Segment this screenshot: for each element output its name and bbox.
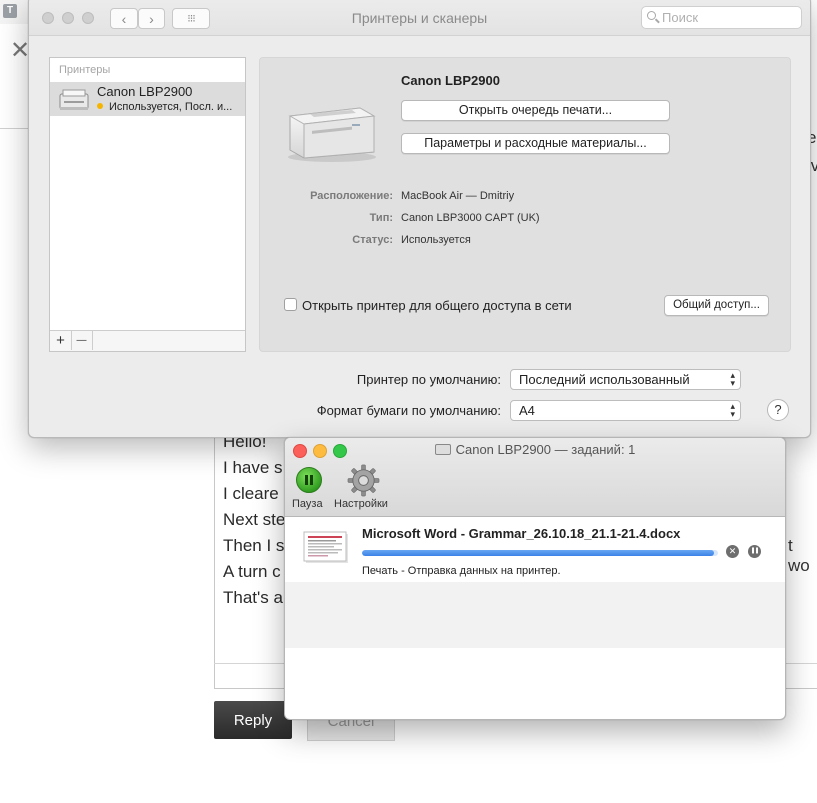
editor-line: I cleare xyxy=(223,484,279,503)
share-printer-label[interactable]: Открыть принтер для общего доступа в сет… xyxy=(302,298,572,313)
default-paper-select[interactable]: A4 ▴ ▾ xyxy=(510,400,741,421)
progress-fill xyxy=(362,550,715,556)
editor-line: I have s xyxy=(223,458,283,477)
list-footer: + — xyxy=(50,330,245,351)
remove-printer-button[interactable]: — xyxy=(71,331,93,350)
printer-list: Принтеры Canon LBP2900 Используется, Пос… xyxy=(49,57,246,352)
chevron-updown-icon: ▴ ▾ xyxy=(730,370,735,388)
background-text-snippet: t wo xyxy=(788,536,810,575)
sharing-preferences-button[interactable]: Общий доступ... xyxy=(664,295,769,316)
printer-title: Canon LBP2900 xyxy=(401,73,500,88)
add-printer-button[interactable]: + xyxy=(50,331,72,350)
queue-window-title: Canon LBP2900 — заданий: 1 xyxy=(285,442,785,457)
default-printer-select[interactable]: Последний использованный ▴ ▾ xyxy=(510,369,741,390)
reply-button[interactable]: Reply xyxy=(214,701,292,739)
printers-scanners-window: ‹ › ⁝⁝⁝ Принтеры и сканеры Поиск Принтер… xyxy=(28,0,811,438)
type-value: Canon LBP3000 CAPT (UK) xyxy=(401,212,540,224)
search-placeholder: Поиск xyxy=(662,10,699,25)
share-printer-checkbox[interactable] xyxy=(284,298,297,311)
hold-job-icon[interactable]: ❚❚ xyxy=(748,545,761,558)
queue-title-text: Canon LBP2900 — заданий: 1 xyxy=(455,442,636,457)
print-queue-window: Canon LBP2900 — заданий: 1 Пауза Настрой… xyxy=(284,437,786,720)
printer-image xyxy=(288,107,376,162)
status-dot-icon xyxy=(97,103,103,109)
editor-line: A turn c xyxy=(223,562,281,581)
default-printer-label: Принтер по умолчанию: xyxy=(356,372,501,387)
printer-status: Используется, Посл. и... xyxy=(97,101,232,113)
settings-label[interactable]: Настройки xyxy=(334,498,388,510)
editor-line: Then I s xyxy=(223,536,285,555)
delete-job-icon[interactable]: ✕ xyxy=(726,545,739,558)
document-thumbnail-icon xyxy=(303,531,348,563)
queue-toolbar: Canon LBP2900 — заданий: 1 Пауза Настрой… xyxy=(285,438,785,517)
gear-icon[interactable] xyxy=(347,464,380,497)
printer-icon xyxy=(59,89,89,110)
job-status: Печать - Отправка данных на принтер. xyxy=(362,565,561,577)
editor-line: Next ste xyxy=(223,510,286,529)
window-toolbar: ‹ › ⁝⁝⁝ Принтеры и сканеры Поиск xyxy=(29,0,810,36)
status-label: Статус: xyxy=(352,234,393,246)
help-button[interactable]: ? xyxy=(767,399,789,421)
default-paper-label: Формат бумаги по умолчанию: xyxy=(316,403,501,418)
status-value: Используется xyxy=(401,234,471,246)
divider xyxy=(0,128,30,129)
type-label: Тип: xyxy=(369,212,393,224)
search-icon xyxy=(647,11,656,20)
printer-list-header: Принтеры xyxy=(59,64,111,76)
job-progress-bar xyxy=(362,550,718,556)
print-job-row[interactable]: Microsoft Word - Grammar_26.10.18_21.1-2… xyxy=(285,517,785,582)
empty-job-row xyxy=(285,582,785,648)
options-supplies-button[interactable]: Параметры и расходные материалы... xyxy=(401,133,670,154)
printer-status-text: Используется, Посл. и... xyxy=(109,101,233,113)
open-print-queue-button[interactable]: Открыть очередь печати... xyxy=(401,100,670,121)
location-label: Расположение: xyxy=(310,190,393,202)
pause-icon[interactable] xyxy=(296,467,322,493)
chevron-updown-icon: ▴ ▾ xyxy=(730,401,735,419)
printer-detail-panel: Canon LBP2900 Открыть очередь печати... … xyxy=(259,57,791,352)
printer-list-item[interactable]: Canon LBP2900 Используется, Посл. и... xyxy=(50,82,245,116)
default-paper-value: A4 xyxy=(519,403,535,418)
tab-favicon-icon[interactable]: T xyxy=(3,4,17,18)
default-printer-value: Последний использованный xyxy=(519,372,690,387)
pause-label[interactable]: Пауза xyxy=(292,498,323,510)
printer-icon xyxy=(434,444,451,455)
printer-name: Canon LBP2900 xyxy=(97,84,193,99)
location-value: MacBook Air — Dmitriy xyxy=(401,190,515,202)
job-title: Microsoft Word - Grammar_26.10.18_21.1-2… xyxy=(362,526,681,541)
search-input[interactable]: Поиск xyxy=(641,6,802,29)
browser-tab-strip: T xyxy=(0,0,30,24)
editor-line: That's a xyxy=(223,588,283,607)
